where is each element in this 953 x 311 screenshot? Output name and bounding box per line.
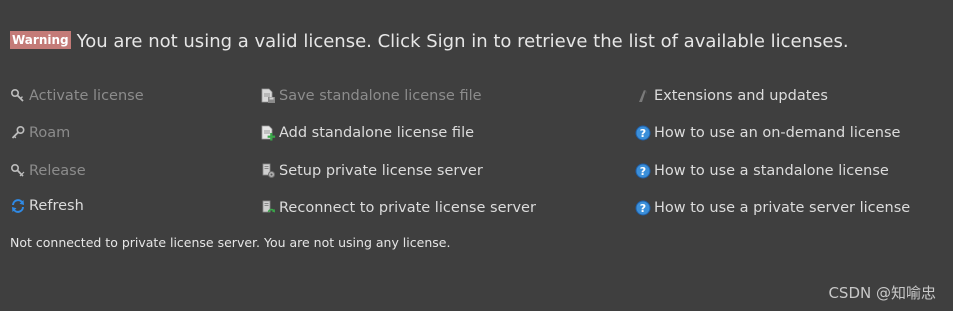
refresh-link[interactable]: Refresh [10, 196, 84, 216]
help-icon: ? [635, 125, 651, 141]
setup-private-license-server-label: Setup private license server [279, 163, 483, 179]
help-private-server-license-label: How to use a private server license [654, 200, 911, 216]
release-label: Release [29, 163, 86, 179]
server-reconnect-icon [260, 200, 276, 216]
extensions-and-updates-link[interactable]: Extensions and updates [635, 86, 828, 106]
help-on-demand-license-label: How to use an on-demand license [654, 125, 901, 141]
help-standalone-license-label: How to use a standalone license [654, 163, 889, 179]
add-standalone-license-label: Add standalone license file [279, 125, 475, 141]
add-document-icon [260, 125, 276, 141]
help-icon: ? [635, 200, 651, 216]
setup-private-license-server-link[interactable]: Setup private license server [260, 161, 483, 181]
help-standalone-license-link[interactable]: ? How to use a standalone license [635, 161, 889, 181]
refresh-label: Refresh [29, 198, 84, 214]
key-icon [10, 125, 26, 141]
watermark: CSDN @知喻忠 [828, 284, 936, 302]
save-standalone-license-link[interactable]: Save standalone license file [260, 86, 482, 106]
license-status-text: Not connected to private license server.… [10, 235, 451, 250]
activate-license-label: Activate license [29, 88, 144, 104]
reconnect-private-license-server-link[interactable]: Reconnect to private license server [260, 198, 536, 218]
key-wrench-icon [10, 88, 26, 104]
roam-link[interactable]: Roam [10, 123, 70, 143]
license-panel: Warning You are not using a valid licens… [0, 0, 953, 311]
add-standalone-license-link[interactable]: Add standalone license file [260, 123, 474, 143]
reconnect-private-license-server-label: Reconnect to private license server [279, 200, 536, 216]
svg-text:?: ? [640, 165, 646, 178]
help-private-server-license-link[interactable]: ? How to use a private server license [635, 198, 910, 218]
help-icon: ? [635, 163, 651, 179]
refresh-icon [10, 198, 26, 214]
server-gear-icon [260, 163, 276, 179]
key-x-icon [10, 163, 26, 179]
extensions-icon [635, 88, 651, 104]
extensions-and-updates-label: Extensions and updates [654, 88, 828, 104]
svg-text:?: ? [640, 127, 646, 140]
svg-text:?: ? [640, 202, 646, 215]
release-link[interactable]: Release [10, 161, 86, 181]
warning-banner: Warning You are not using a valid licens… [10, 27, 849, 55]
warning-badge: Warning [10, 31, 71, 49]
roam-label: Roam [29, 125, 71, 141]
warning-message: You are not using a valid license. Click… [76, 30, 849, 52]
save-standalone-license-label: Save standalone license file [279, 88, 482, 104]
help-on-demand-license-link[interactable]: ? How to use an on-demand license [635, 123, 900, 143]
save-document-icon [260, 88, 276, 104]
activate-license-link[interactable]: Activate license [10, 86, 144, 106]
